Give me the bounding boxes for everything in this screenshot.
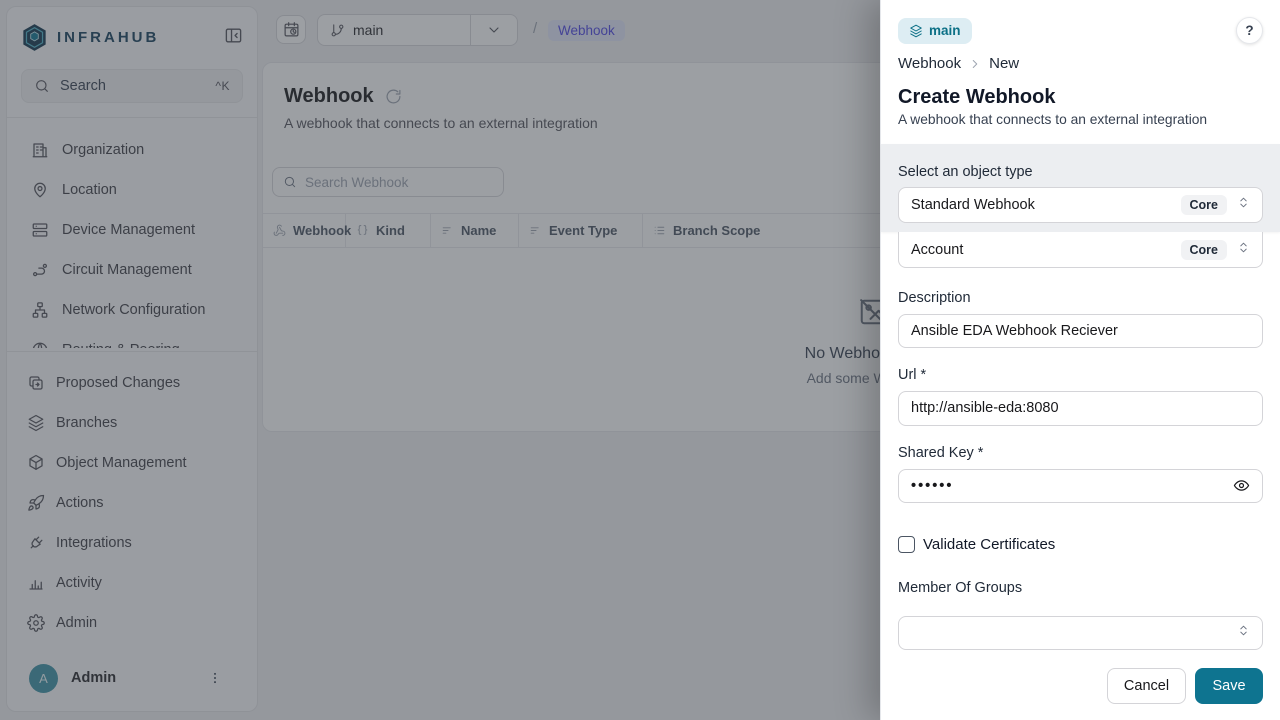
layers-icon [909, 24, 923, 38]
object-type-value: Standard Webhook [911, 197, 1181, 213]
eye-icon[interactable] [1233, 477, 1250, 494]
validate-certificates-label: Validate Certificates [923, 536, 1055, 553]
chevrons-up-down-icon [1237, 196, 1250, 214]
member-of-groups-label: Member Of Groups [898, 580, 1263, 596]
help-button[interactable]: ? [1236, 17, 1263, 44]
panel-footer: Cancel Save [898, 668, 1263, 704]
shared-key-value: •••••• [911, 478, 1233, 494]
save-button[interactable]: Save [1195, 668, 1263, 704]
url-value: http://ansible-eda:8080 [911, 400, 1250, 416]
url-input[interactable]: http://ansible-eda:8080 [898, 391, 1263, 425]
app-screen: INFRAHUB Search ^K Organization [0, 0, 1280, 720]
chevrons-up-down-icon [1237, 241, 1250, 259]
description-input[interactable]: Ansible EDA Webhook Reciever [898, 314, 1263, 348]
breadcrumb-current: New [989, 55, 1019, 72]
chevrons-up-down-icon [1237, 624, 1250, 642]
object-type-section: Select an object type Standard Webhook C… [881, 144, 1280, 232]
shared-key-label: Shared Key * [898, 445, 1263, 461]
cancel-button[interactable]: Cancel [1107, 668, 1186, 704]
core-badge: Core [1181, 195, 1227, 215]
description-label: Description [898, 290, 1263, 306]
validate-certificates-checkbox[interactable] [898, 536, 915, 553]
account-value: Account [911, 242, 1181, 258]
panel-breadcrumb: Webhook New [898, 55, 1263, 72]
object-type-select[interactable]: Standard Webhook Core [898, 187, 1263, 223]
create-webhook-panel: main ? Webhook New Create Webhook A webh… [880, 0, 1280, 720]
chevron-right-icon [968, 57, 982, 71]
branch-badge-label: main [929, 23, 961, 38]
panel-subtitle: A webhook that connects to an external i… [898, 112, 1263, 127]
object-type-label: Select an object type [898, 164, 1263, 180]
core-badge: Core [1181, 240, 1227, 260]
description-value: Ansible EDA Webhook Reciever [911, 323, 1250, 339]
shared-key-input[interactable]: •••••• [898, 469, 1263, 503]
member-of-groups-select[interactable] [898, 616, 1263, 650]
account-select[interactable]: Account Core [898, 232, 1263, 268]
breadcrumb-parent[interactable]: Webhook [898, 55, 961, 72]
panel-title: Create Webhook [898, 86, 1263, 108]
validate-certificates-row[interactable]: Validate Certificates [898, 536, 1263, 553]
branch-badge: main [898, 18, 972, 44]
url-label: Url * [898, 367, 1263, 383]
